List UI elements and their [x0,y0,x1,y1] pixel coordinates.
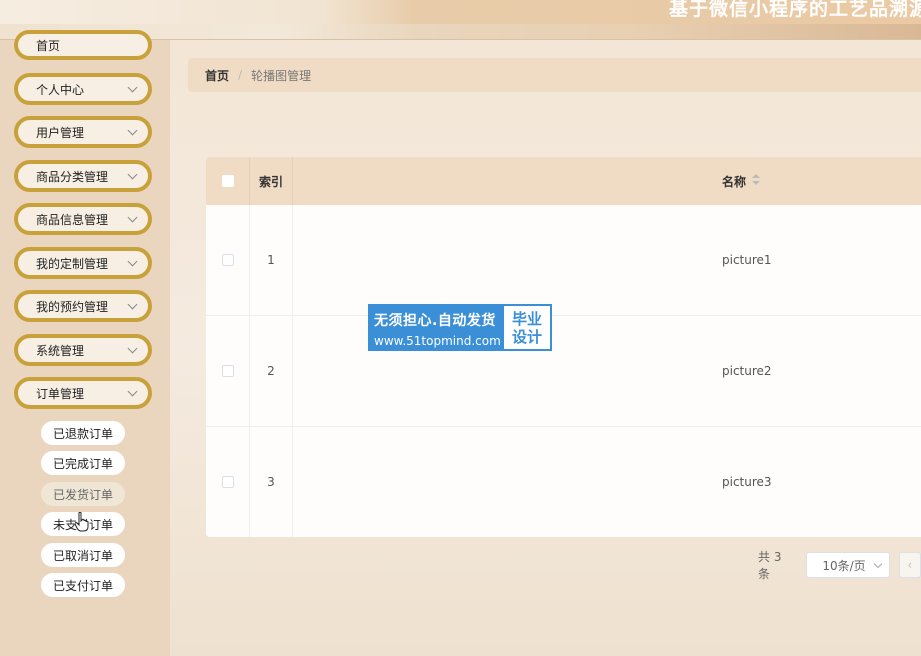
watermark: 无须担心.自动发货 www.51topmind.com 毕业 设计 [368,304,552,351]
sidebar-item-label: 商品信息管理 [36,212,109,227]
sidebar-item-user-management[interactable]: 用户管理 [14,116,152,148]
page-size-select[interactable]: 10条/页 [806,552,890,578]
sidebar: 首页 个人中心 用户管理 商品分类管理 商品信息管理 我的定制管理 我的预约管理… [0,30,170,656]
select-all-checkbox[interactable] [221,175,234,187]
sidebar-item-booking-management[interactable]: 我的预约管理 [14,290,152,322]
row-checkbox[interactable] [221,365,234,377]
sidebar-item-category-management[interactable]: 商品分类管理 [14,160,152,192]
row-index: 3 [249,427,293,537]
column-header-name-label: 名称 [722,174,747,189]
chevron-down-icon [127,125,138,135]
chevron-down-icon [127,343,138,353]
breadcrumb-current: 轮播图管理 [251,68,312,83]
pagination: 共 3 条 10条/页 ‹ [758,548,921,582]
sidebar-item-label: 个人中心 [36,82,85,97]
chevron-down-icon [127,169,138,179]
row-name: picture1 [722,253,772,267]
watermark-line2: www.51topmind.com [374,334,501,348]
row-checkbox[interactable] [221,476,234,488]
chevron-down-icon [127,82,138,92]
chevron-down-icon [873,559,882,568]
table-header: 索引 名称 [206,157,921,205]
sidebar-item-order-management[interactable]: 订单管理 [14,377,152,409]
watermark-badge-line2: 设计 [511,327,542,346]
pagination-total: 共 3 条 [758,550,782,581]
row-checkbox[interactable] [221,254,234,266]
row-index: 2 [249,316,293,426]
hand-cursor-icon [75,512,89,532]
watermark-text: 无须担心.自动发货 www.51topmind.com [370,306,504,349]
row-name: picture3 [722,475,772,489]
sidebar-item-label: 订单管理 [36,386,85,401]
table-row: 2 picture2 [206,316,921,427]
watermark-badge-line1: 毕业 [511,309,542,328]
sidebar-item-home[interactable]: 首页 [14,30,152,60]
sidebar-item-system-management[interactable]: 系统管理 [14,334,152,366]
row-check-cell [206,316,249,426]
column-header-name[interactable]: 名称 [293,157,921,205]
chevron-down-icon [127,299,138,309]
row-check-cell [206,205,249,315]
select-all-cell [206,157,249,205]
sidebar-item-label: 我的预约管理 [36,299,109,314]
watermark-line1: 无须担心.自动发货 [374,313,496,329]
submenu-completed-orders[interactable]: 已完成订单 [41,451,126,475]
sidebar-item-label: 系统管理 [36,343,85,358]
prev-page-button[interactable]: ‹ [898,552,921,578]
submenu-paid-orders[interactable]: 已支付订单 [41,573,126,597]
row-check-cell [206,427,249,537]
chevron-down-icon [127,256,138,266]
sidebar-item-label: 用户管理 [36,125,85,140]
app-title: 基于微信小程序的工艺品溯源 [668,0,921,20]
data-table: 索引 名称 1 picture1 2 picture2 3 picture3 [206,157,921,537]
sidebar-item-label: 我的定制管理 [36,256,109,271]
table-row: 3 picture3 [206,427,921,537]
row-index: 1 [249,205,293,315]
submenu-shipped-orders[interactable]: 已发货订单 [41,482,126,506]
breadcrumb-home[interactable]: 首页 [205,67,229,84]
sidebar-item-label: 首页 [36,38,61,53]
watermark-badge: 毕业 设计 [504,306,550,349]
chevron-down-icon [127,386,138,396]
sidebar-item-custom-management[interactable]: 我的定制管理 [14,247,152,279]
sidebar-item-personal-center[interactable]: 个人中心 [14,73,152,105]
table-row: 1 picture1 [206,205,921,316]
column-header-index: 索引 [249,157,293,205]
breadcrumb-separator: / [238,68,243,82]
submenu-refunded-orders[interactable]: 已退款订单 [41,421,126,445]
sidebar-item-product-management[interactable]: 商品信息管理 [14,203,152,235]
breadcrumb: 首页 / 轮播图管理 [188,58,921,92]
chevron-down-icon [127,212,138,222]
page-size-value: 10条/页 [822,558,866,573]
submenu-cancelled-orders[interactable]: 已取消订单 [41,543,126,567]
sidebar-item-label: 商品分类管理 [36,169,109,184]
